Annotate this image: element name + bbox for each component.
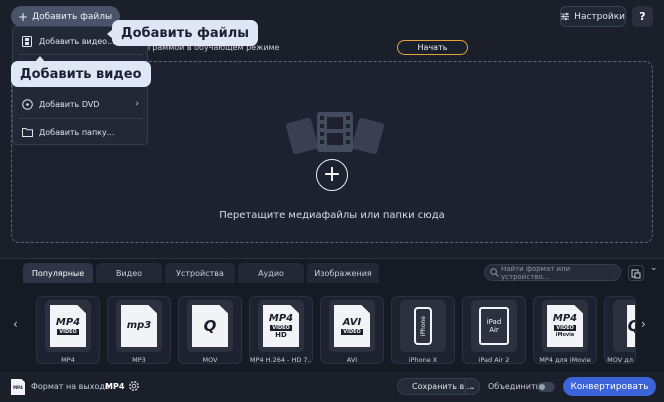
merge-toggle[interactable]	[537, 382, 555, 392]
quicktime-icon: Q	[187, 300, 233, 352]
format-name: MP4	[61, 356, 75, 364]
tab-popular[interactable]: Популярные	[23, 263, 93, 283]
chevron-down-icon[interactable]: ⌄	[465, 379, 479, 394]
menu-item-add-folder[interactable]: Добавить папку...	[13, 121, 147, 143]
format-card-mp4-hd[interactable]: MP4 VIDEO HD MP4 H.264 - HD 7...	[249, 296, 313, 364]
add-files-button[interactable]: + Добавить файлы	[11, 6, 121, 27]
format-card-mov[interactable]: Q MOV	[178, 296, 242, 364]
formats-panel: Популярные Видео Устройства Аудио Изобра…	[0, 258, 664, 372]
format-card-mp4[interactable]: MP4 VIDEO MP4	[36, 296, 100, 364]
merge-label: Объединить:	[488, 382, 544, 391]
start-tutorial-button[interactable]: Начать	[397, 40, 468, 55]
bottom-bar: MP4 Формат на выходе: MP4 Сохранить в...…	[0, 372, 664, 402]
menu-item-label: Добавить DVD	[39, 99, 100, 109]
export-settings-button[interactable]	[628, 265, 644, 281]
menu-item-add-dvd[interactable]: Добавить DVD ›	[13, 93, 147, 115]
film-icon	[21, 35, 33, 47]
output-format-icon: MP4	[11, 379, 25, 395]
format-search-placeholder: Найти формат или устройство...	[501, 264, 571, 281]
format-name: MOV дл	[607, 356, 633, 364]
ipad-icon: iPad Air	[471, 300, 517, 352]
convert-button[interactable]: Конвертировать	[563, 377, 656, 396]
format-card-mp4-imovie[interactable]: MP4 VIDEO iMovie MP4 для iMovie	[533, 296, 597, 364]
gear-icon[interactable]	[127, 379, 141, 393]
settings-button[interactable]: Настройки	[560, 6, 626, 27]
tab-images[interactable]: Изображения	[307, 263, 379, 283]
search-icon	[490, 268, 499, 277]
iphone-icon: iPhone	[400, 300, 446, 352]
format-name: MP4 H.264 - HD 7...	[250, 356, 312, 364]
format-name: iPhone X	[408, 356, 438, 364]
format-search-input[interactable]: Найти формат или устройство...	[484, 264, 621, 281]
plus-icon: +	[18, 9, 29, 24]
media-files-icon	[285, 112, 385, 155]
menu-divider	[19, 54, 143, 55]
folder-icon	[21, 126, 33, 138]
chevron-right-icon: ›	[135, 99, 139, 109]
output-format-label: Формат на выходе:	[31, 382, 113, 391]
menu-divider	[19, 118, 143, 119]
help-button[interactable]: ?	[632, 6, 653, 27]
save-to-label: Сохранить в...	[412, 382, 472, 391]
format-name: iPad Air 2	[478, 356, 510, 364]
output-format-value[interactable]: MP4	[105, 382, 124, 391]
avi-icon: AVI VIDEO	[329, 300, 375, 352]
add-plus-icon[interactable]: +	[316, 159, 348, 191]
format-name: AVI	[346, 356, 358, 364]
mp3-icon: mp3	[116, 300, 162, 352]
copy-icon	[631, 269, 641, 279]
format-card-avi[interactable]: AVI VIDEO AVI	[320, 296, 384, 364]
settings-label: Настройки	[574, 11, 625, 22]
collapse-panel-icon[interactable]: ⌄	[650, 263, 658, 273]
format-card-mp3[interactable]: mp3 MP3	[107, 296, 171, 364]
mp4-imovie-icon: MP4 VIDEO iMovie	[542, 300, 588, 352]
format-card-mov-partial[interactable]: Q MOV дл	[604, 296, 636, 364]
tab-audio[interactable]: Аудио	[238, 263, 304, 283]
menu-item-label: Добавить папку...	[39, 127, 115, 137]
tooltip-add-files: Добавить файлы	[106, 20, 259, 46]
sliders-icon	[561, 12, 570, 21]
format-name: MP4 для iMovie	[539, 356, 591, 364]
mp4-hd-icon: MP4 VIDEO HD	[258, 300, 304, 352]
save-to-button[interactable]: Сохранить в... ⌄	[397, 378, 480, 395]
format-name: MOV	[202, 356, 218, 364]
quicktime-icon: Q	[613, 300, 635, 352]
tab-devices[interactable]: Устройства	[165, 263, 235, 283]
drop-hint: Перетащите медиафайлы или папки сюда	[219, 210, 445, 221]
prev-formats-arrow[interactable]: ‹	[13, 317, 18, 331]
dvd-icon	[21, 98, 33, 110]
format-card-ipad-air-2[interactable]: iPad Air iPad Air 2	[462, 296, 526, 364]
mp4-icon: MP4 VIDEO	[45, 300, 91, 352]
format-card-iphone-x[interactable]: iPhone iPhone X	[391, 296, 455, 364]
next-formats-arrow[interactable]: ›	[641, 317, 646, 331]
format-name: MP3	[132, 356, 146, 364]
menu-item-label: Добавить видео...	[39, 36, 115, 46]
tab-video[interactable]: Видео	[96, 263, 162, 283]
add-files-label: Добавить файлы	[32, 11, 113, 22]
tooltip-add-video: Добавить видео	[11, 56, 151, 87]
